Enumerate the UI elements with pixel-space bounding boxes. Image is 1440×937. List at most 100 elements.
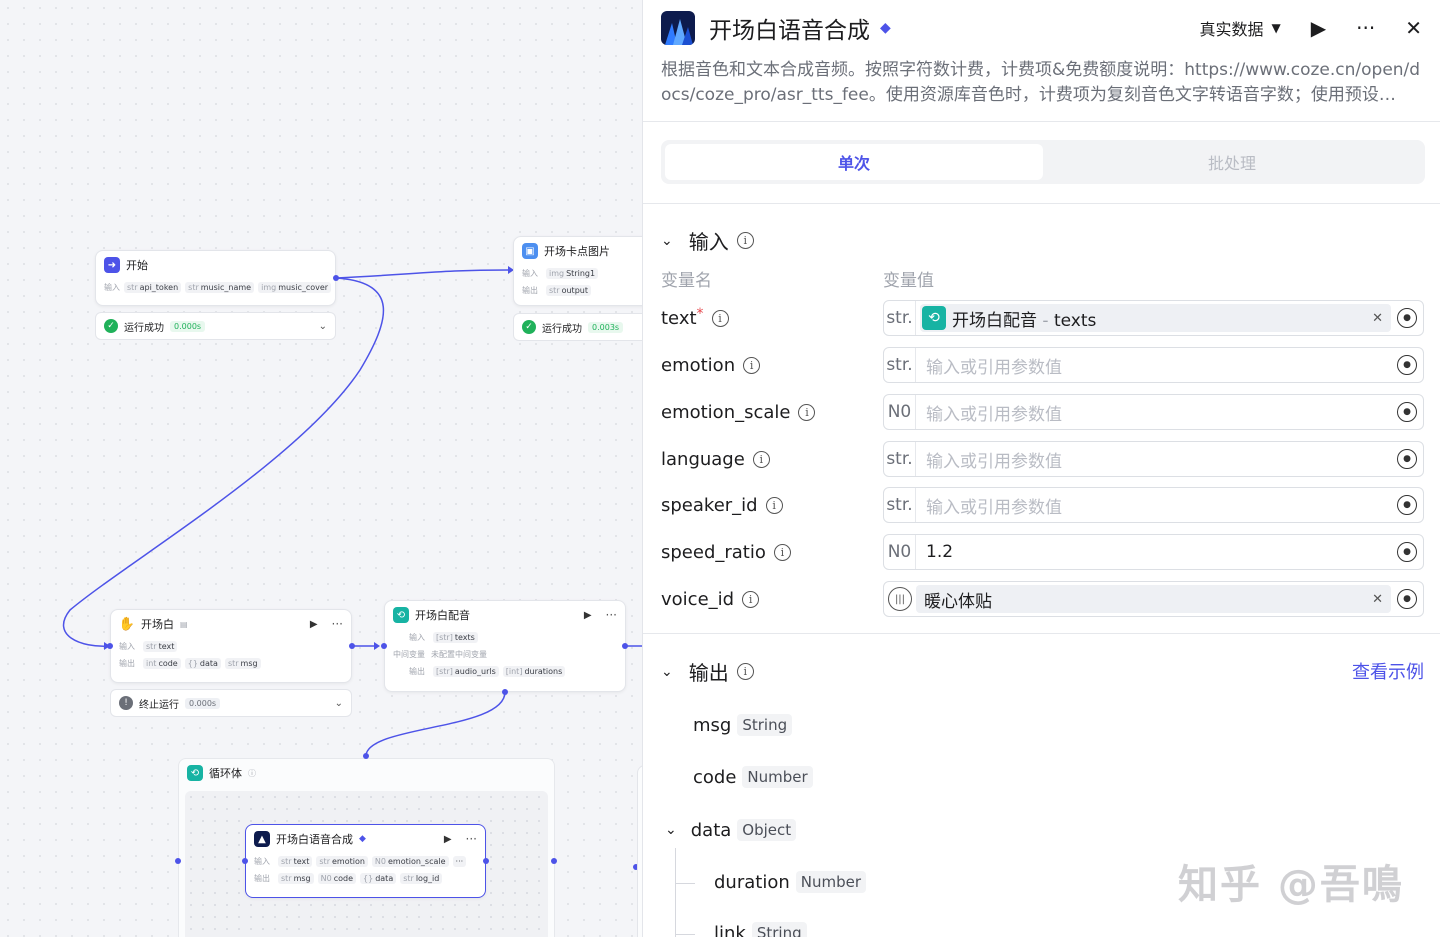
- param-emotion-scale-field[interactable]: N0 输入或引用参数值 ●: [883, 394, 1424, 430]
- info-icon[interactable]: i: [742, 590, 760, 608]
- loop-top-port[interactable]: [363, 753, 369, 759]
- field-chip: [str] audio_urls: [433, 666, 499, 677]
- param-speaker-id-field[interactable]: str. 输入或引用参数值 ●: [883, 487, 1424, 523]
- workflow-canvas[interactable]: ➜ 开始 输入 str api_token str music_name img mu…: [0, 0, 642, 937]
- info-icon[interactable]: i: [798, 403, 816, 421]
- info-icon[interactable]: i: [736, 663, 754, 680]
- dubbing-in-port[interactable]: [381, 643, 387, 649]
- param-language-field[interactable]: str. 输入或引用参数值 ●: [883, 441, 1424, 477]
- field-chip: [int] durations: [502, 666, 566, 677]
- type-tag: str.: [884, 301, 916, 335]
- field-chip: N0 code: [317, 873, 357, 884]
- param-emotion-field[interactable]: str. 输入或引用参数值 ●: [883, 347, 1424, 383]
- chevron-down-icon[interactable]: ⌄: [319, 321, 327, 332]
- param-voice-id-field[interactable]: ||| 暖心体贴 ✕ ●: [883, 581, 1424, 617]
- dubbing-node-title: 开场白配音: [415, 609, 470, 622]
- field-chip: {} data: [184, 658, 221, 669]
- opening-out-port[interactable]: [349, 643, 355, 649]
- start-status[interactable]: ✓ 运行成功 0.000s ⌄: [95, 312, 336, 340]
- run-node-icon[interactable]: ▶: [584, 610, 592, 621]
- see-example-link[interactable]: 查看示例: [1352, 658, 1424, 684]
- info-icon[interactable]: ⓘ: [248, 768, 256, 779]
- loop-icon: ⟲: [922, 306, 946, 330]
- reference-chip[interactable]: ⟲ 开场白配音 - texts ✕: [920, 304, 1391, 332]
- more-icon[interactable]: ···: [466, 832, 477, 846]
- voice-chip[interactable]: 暖心体贴 ✕: [916, 585, 1391, 613]
- dubbing-loop-port[interactable]: [502, 689, 508, 695]
- middle-var-value: 未配置中间变量: [431, 650, 487, 659]
- param-emotion-label: emotion i: [661, 347, 761, 383]
- panel-description: 根据音色和文本合成音频。按照字符数计费，计费项&免费额度说明：https://w…: [661, 60, 1421, 105]
- field-chip: str emotion: [316, 856, 368, 867]
- close-icon[interactable]: ✕: [1405, 16, 1422, 40]
- field-chip: {} data: [360, 873, 397, 884]
- loop-left-port[interactable]: [175, 858, 181, 864]
- info-icon[interactable]: i: [743, 356, 761, 374]
- card-image-node[interactable]: ▣ 开场卡点图片 输入 img String1 输出 str output: [513, 236, 642, 306]
- voice-name: 暖心体贴: [924, 591, 992, 612]
- opening-node[interactable]: ✋ 开场白 ▤ ▶ ··· 输入 str text 输出 int code {} da…: [110, 609, 352, 683]
- param-speed-ratio-field[interactable]: N0 1.2 ●: [883, 534, 1424, 570]
- param-speaker-id-label: speaker_id i: [661, 487, 783, 523]
- output-label: 输出: [119, 659, 135, 668]
- info-icon[interactable]: i: [773, 543, 791, 561]
- info-icon[interactable]: i: [711, 309, 729, 327]
- more-fields-chip[interactable]: ···: [452, 856, 467, 867]
- start-node-title: 开始: [126, 259, 148, 272]
- type-tag: str.: [884, 348, 916, 382]
- opening-status[interactable]: ! 终止运行 0.000s ⌄: [110, 689, 352, 717]
- info-icon[interactable]: i: [736, 232, 754, 249]
- tts-out-port[interactable]: [483, 858, 489, 864]
- run-node-icon[interactable]: ▶: [444, 834, 452, 845]
- run-icon[interactable]: ▶: [1311, 16, 1326, 40]
- status-text: 终止运行: [139, 699, 179, 711]
- tab-batch[interactable]: 批处理: [1043, 144, 1421, 180]
- output-duration: duration Number: [714, 871, 867, 893]
- reference-picker-icon[interactable]: ●: [1397, 589, 1417, 609]
- tts-logo-icon: ▲: [254, 831, 270, 847]
- reference-picker-icon[interactable]: ●: [1397, 355, 1417, 375]
- tts-in-port[interactable]: [242, 858, 248, 864]
- run-node-icon[interactable]: ▶: [310, 619, 318, 630]
- start-out-port[interactable]: [333, 275, 339, 281]
- dubbing-node[interactable]: ⟲ 开场白配音 ▶ ··· 输入 [str] texts 中间变量 未配置中间变量…: [384, 600, 626, 692]
- reference-picker-icon[interactable]: ●: [1397, 449, 1417, 469]
- reference-picker-icon[interactable]: ●: [1397, 308, 1417, 328]
- edge-dubbing-to-loop: [365, 691, 506, 756]
- divider: [643, 633, 1440, 634]
- info-icon[interactable]: i: [752, 450, 770, 468]
- dubbing-out-port[interactable]: [622, 643, 628, 649]
- more-icon[interactable]: ···: [332, 617, 343, 631]
- card-image-status[interactable]: ✓ 运行成功 0.003s: [513, 313, 642, 341]
- clear-icon[interactable]: ✕: [1372, 592, 1383, 607]
- tts-node-title: 开场白语音合成: [276, 833, 353, 846]
- chevron-down-icon: ⌄: [661, 663, 673, 680]
- param-voice-id-label: voice_id i: [661, 581, 760, 617]
- type-tag: N0: [884, 395, 916, 429]
- reference-picker-icon[interactable]: ●: [1397, 495, 1417, 515]
- reference-picker-icon[interactable]: ●: [1397, 402, 1417, 422]
- field-chip: str text: [143, 641, 178, 652]
- info-icon[interactable]: i: [765, 496, 783, 514]
- data-mode-select[interactable]: 真实数据 ▼: [1200, 16, 1281, 40]
- opening-in-port[interactable]: [107, 643, 113, 649]
- chevron-down-icon[interactable]: ⌄: [335, 698, 343, 709]
- loop-icon: ⟲: [393, 607, 409, 623]
- reference-picker-icon[interactable]: ●: [1397, 542, 1417, 562]
- placeholder: 输入或引用参数值: [926, 451, 1062, 472]
- field-value: 1.2: [926, 542, 954, 562]
- output-label: 输出: [254, 874, 270, 883]
- output-section-toggle[interactable]: ⌄ 输出 i: [661, 657, 754, 686]
- caret-down-icon: ▼: [1271, 21, 1281, 35]
- more-icon[interactable]: ···: [1356, 16, 1375, 40]
- tab-single[interactable]: 单次: [665, 144, 1043, 180]
- loop-right-port[interactable]: [551, 858, 557, 864]
- placeholder: 输入或引用参数值: [926, 497, 1062, 518]
- output-data[interactable]: ⌄ data Object: [665, 819, 797, 841]
- input-section-toggle[interactable]: ⌄ 输入 i: [661, 226, 754, 255]
- param-text-field[interactable]: str. ⟲ 开场白配音 - texts ✕ ●: [883, 300, 1424, 336]
- tts-node[interactable]: ▲ 开场白语音合成 ◆ ▶ ··· 输入 str text str emotion …: [245, 824, 486, 898]
- start-node[interactable]: ➜ 开始 输入 str api_token str music_name img mu…: [95, 250, 336, 306]
- more-icon[interactable]: ···: [606, 608, 617, 622]
- clear-icon[interactable]: ✕: [1372, 311, 1383, 326]
